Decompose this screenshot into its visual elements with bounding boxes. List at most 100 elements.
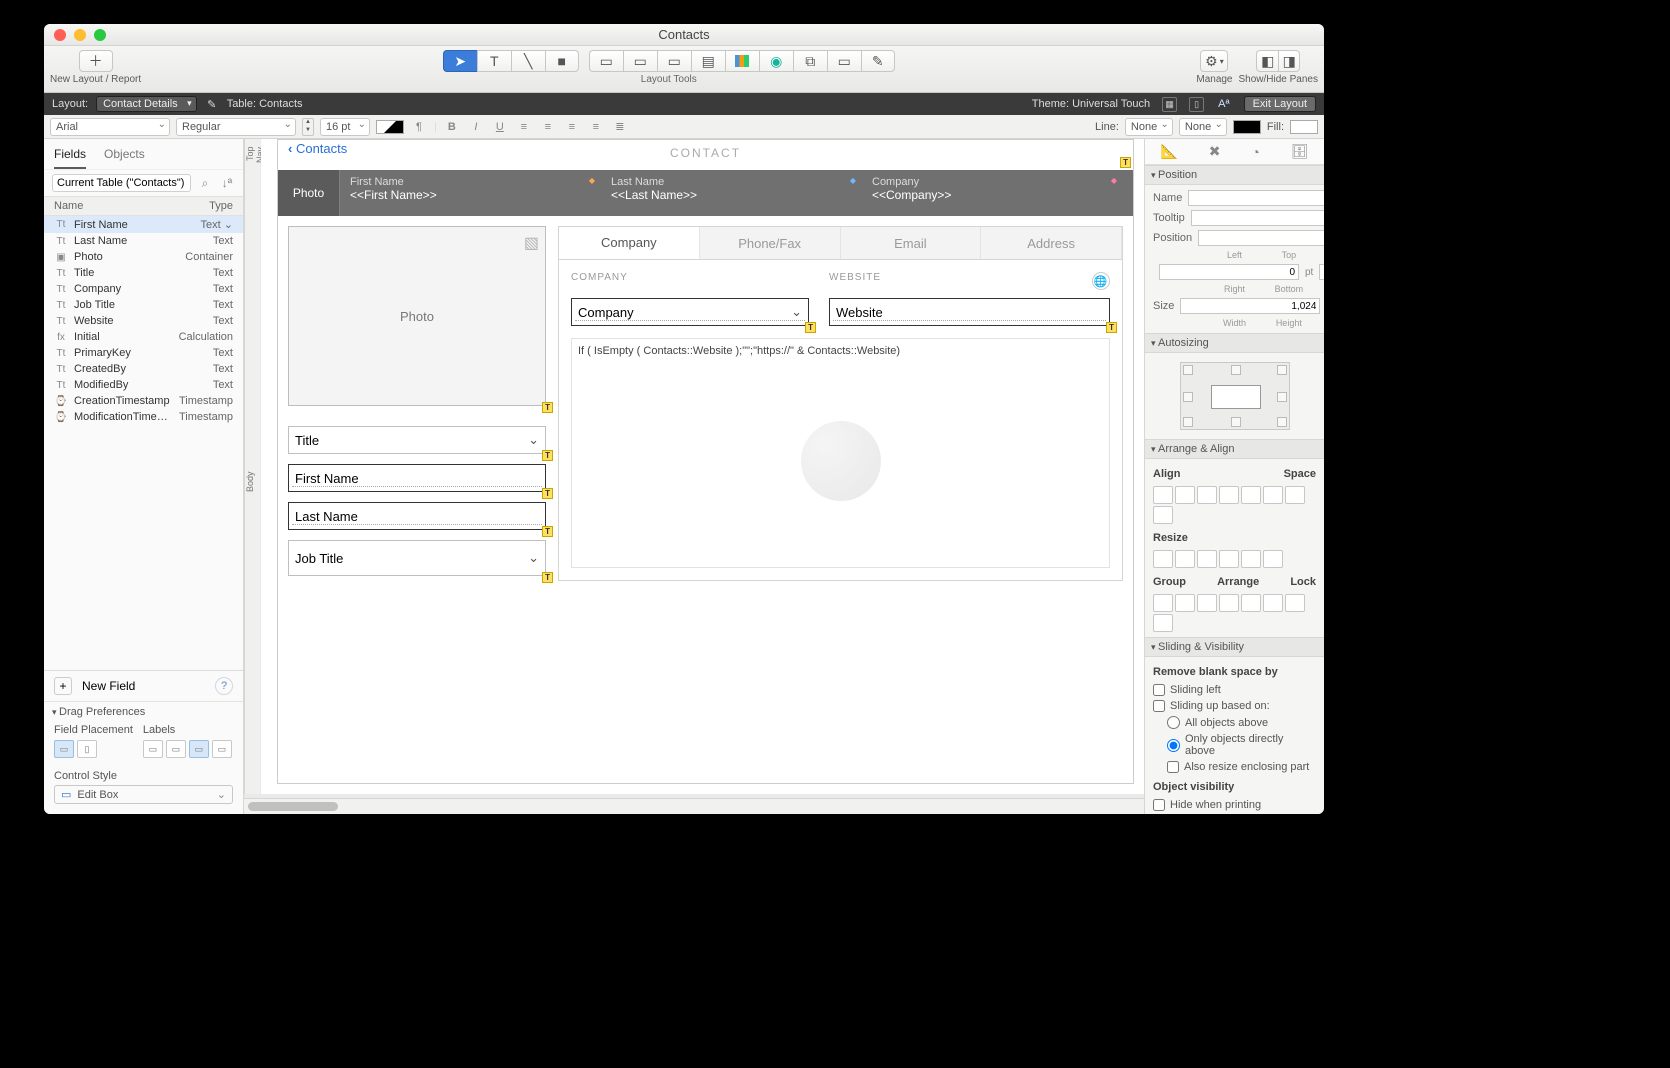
tool-portal[interactable]: ▤ (691, 50, 725, 72)
field-row[interactable]: ⌚ModificationTimesta…Timestamp (44, 409, 243, 425)
inspector-tab-appearance[interactable]: ◔ (1251, 144, 1259, 160)
help-icon[interactable]: ? (215, 677, 233, 695)
align-middle-btn[interactable] (1241, 486, 1261, 504)
horizontal-scrollbar[interactable] (244, 798, 1144, 814)
also-resize-check[interactable]: Also resize enclosing part (1167, 761, 1316, 773)
section-arrange[interactable]: Arrange & Align (1145, 439, 1324, 459)
tool-pointer[interactable]: ➤ (443, 50, 477, 72)
field-row[interactable]: ⌚CreationTimestampTimestamp (44, 393, 243, 409)
field-row[interactable]: TtFirst NameText ⌄ (44, 216, 243, 233)
sort-icon[interactable]: ↓ª (219, 175, 235, 191)
label-none[interactable]: ▭ (143, 740, 163, 758)
fill-color-swatch[interactable] (1290, 120, 1318, 134)
exit-layout-button[interactable]: Exit Layout (1244, 96, 1316, 112)
section-sliding[interactable]: Sliding & Visibility (1145, 637, 1324, 657)
section-autosize[interactable]: Autosizing (1145, 333, 1324, 353)
line-style-select[interactable]: None (1179, 118, 1227, 136)
bold-icon[interactable]: B (443, 118, 461, 136)
tab-phonefax[interactable]: Phone/Fax (700, 227, 841, 259)
tab-fields[interactable]: Fields (54, 147, 86, 169)
part-topnav-label[interactable]: Top Nav. (244, 139, 260, 169)
object-name-input[interactable] (1188, 190, 1324, 206)
title-field[interactable]: Title⌄ T (288, 426, 546, 454)
field-row[interactable]: ▣PhotoContainer (44, 249, 243, 265)
tab-company[interactable]: Company (559, 227, 700, 259)
sliding-up-check[interactable]: Sliding up based on: (1153, 700, 1316, 712)
field-row[interactable]: fxInitialCalculation (44, 329, 243, 345)
inspector-tab-styles[interactable]: ✖︎ (1209, 143, 1221, 160)
align-justify-icon[interactable]: ≡ (587, 118, 605, 136)
tool-shape[interactable]: ■ (545, 50, 579, 72)
tab-objects[interactable]: Objects (104, 147, 145, 169)
tool-tab[interactable]: ▭ (657, 50, 691, 72)
tool-part[interactable]: ▭ (827, 50, 861, 72)
line-width-select[interactable]: None (1125, 118, 1173, 136)
pos-bottom-input[interactable] (1319, 264, 1324, 280)
new-layout-button[interactable]: ＋ (79, 50, 113, 72)
font-select[interactable]: Arial (50, 118, 170, 136)
globe-icon[interactable]: 🌐 (1092, 272, 1110, 290)
label-right[interactable]: ▭ (212, 740, 232, 758)
width-input[interactable] (1180, 298, 1320, 314)
placement-vertical[interactable]: ▯ (77, 740, 97, 758)
autosize-control[interactable] (1180, 362, 1290, 430)
new-field-row[interactable]: + New Field ? (44, 670, 243, 701)
pos-right-input[interactable] (1159, 264, 1299, 280)
theme-icon-1[interactable]: ▦ (1162, 97, 1177, 112)
align-center-icon[interactable]: ≡ (539, 118, 557, 136)
website-field[interactable]: WebsiteT (829, 298, 1110, 326)
jobtitle-field[interactable]: Job Title⌄ T (288, 540, 546, 576)
tool-format-painter[interactable]: ✎ (861, 50, 895, 72)
layout-selector[interactable]: Contact Details (96, 96, 197, 112)
tool-field[interactable]: ▭ (589, 50, 623, 72)
control-style-select[interactable]: ▭Edit Box (54, 785, 233, 804)
label-top[interactable]: ▭ (189, 740, 209, 758)
space-h-btn[interactable] (1285, 486, 1305, 504)
plus-icon[interactable]: + (54, 677, 72, 695)
align-bottom-btn[interactable] (1263, 486, 1283, 504)
only-above-radio[interactable]: Only objects directly above (1167, 733, 1316, 757)
align-center-btn[interactable] (1175, 486, 1195, 504)
inspector-tab-position[interactable]: 📐 (1160, 143, 1177, 160)
pane-left-button[interactable]: ◧ (1256, 50, 1278, 72)
tab-address[interactable]: Address (981, 227, 1122, 259)
align-right-icon[interactable]: ≡ (563, 118, 581, 136)
label-left[interactable]: ▭ (166, 740, 186, 758)
align-left-btn[interactable] (1153, 486, 1173, 504)
align-right-btn[interactable] (1197, 486, 1217, 504)
text-scale-icon[interactable]: Aª (1218, 98, 1229, 110)
field-row[interactable]: TtWebsiteText (44, 313, 243, 329)
tool-button[interactable]: ▭ (623, 50, 657, 72)
tool-chart[interactable] (725, 50, 759, 72)
tool-field-picker[interactable]: ⧉ (793, 50, 827, 72)
hide-print-check[interactable]: Hide when printing (1153, 799, 1316, 811)
section-position[interactable]: Position (1145, 165, 1324, 185)
field-row[interactable]: TtLast NameText (44, 233, 243, 249)
align-top-btn[interactable] (1219, 486, 1239, 504)
space-v-btn[interactable] (1153, 506, 1173, 524)
canvas[interactable]: Top Nav. Body Contacts CONTACT T Photo F… (244, 139, 1144, 814)
placement-horizontal[interactable]: ▭ (54, 740, 74, 758)
line-color-swatch[interactable] (1233, 120, 1261, 134)
settings-button[interactable]: ⚙︎▾ (1200, 50, 1228, 72)
tool-text[interactable]: T (477, 50, 511, 72)
all-above-radio[interactable]: All objects above (1167, 716, 1316, 729)
lastname-field[interactable]: Last NameT (288, 502, 546, 530)
text-color-swatch[interactable] (376, 120, 404, 134)
line-spacing-icon[interactable]: ≣ (611, 118, 629, 136)
search-icon[interactable]: ⌕ (197, 175, 213, 191)
size-stepper[interactable]: ▲▼ (302, 118, 314, 136)
field-row[interactable]: TtPrimaryKeyText (44, 345, 243, 361)
tool-webviewer[interactable]: ◉ (759, 50, 793, 72)
firstname-field[interactable]: First NameT (288, 464, 546, 492)
field-row[interactable]: TtModifiedByText (44, 377, 243, 393)
company-field[interactable]: Company⌄T (571, 298, 809, 326)
tool-line[interactable]: ╲ (511, 50, 545, 72)
photo-field[interactable]: Photo ▧ T (288, 226, 546, 406)
field-row[interactable]: TtCompanyText (44, 281, 243, 297)
align-toggle-icon[interactable]: ¶ (410, 118, 428, 136)
align-left-icon[interactable]: ≡ (515, 118, 533, 136)
size-select[interactable]: 16 pt (320, 118, 370, 136)
edit-layout-icon[interactable]: ✎ (205, 98, 219, 111)
theme-icon-2[interactable]: ▯ (1189, 97, 1204, 112)
